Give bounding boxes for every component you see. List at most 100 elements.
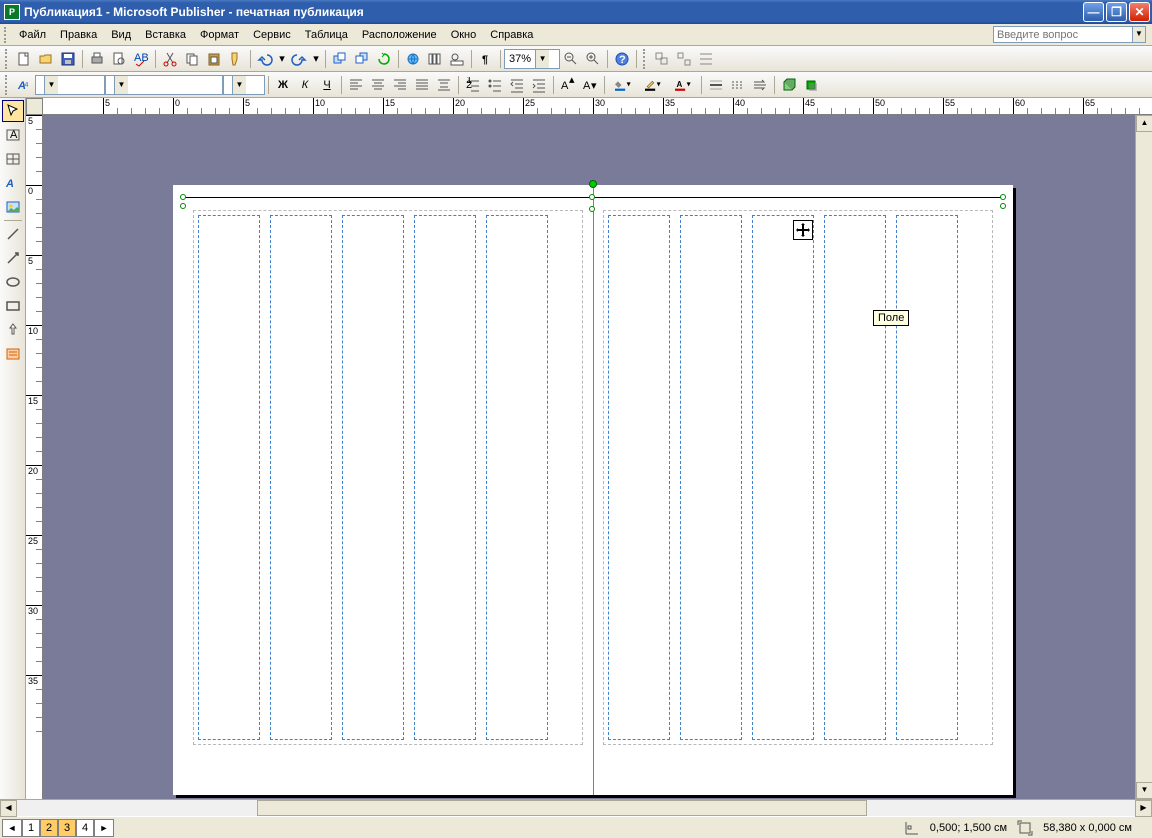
align-center-button[interactable] [368, 75, 388, 95]
help-search-input[interactable] [993, 26, 1133, 43]
ungroup-button[interactable] [674, 49, 694, 69]
toolbar-handle-2[interactable] [643, 49, 648, 69]
styles-button[interactable]: A⁴ [14, 75, 34, 95]
preview-button[interactable] [109, 49, 129, 69]
scrollbar-vertical[interactable]: ▲ ▼ [1135, 115, 1152, 799]
rectangle-tool[interactable] [2, 295, 24, 317]
font-color-button[interactable]: A▾ [669, 75, 697, 95]
undo-button[interactable] [255, 49, 275, 69]
rotate-button[interactable] [374, 49, 394, 69]
underline-button[interactable]: Ч [317, 75, 337, 95]
align-left-button[interactable] [346, 75, 366, 95]
selection-handle[interactable] [589, 206, 595, 212]
toolbar-handle-3[interactable] [5, 75, 10, 95]
group-button[interactable] [652, 49, 672, 69]
oval-tool[interactable] [2, 271, 24, 293]
align-right-button[interactable] [390, 75, 410, 95]
menu-window[interactable]: Окно [444, 27, 484, 43]
bring-front-button[interactable] [330, 49, 350, 69]
menu-table[interactable]: Таблица [298, 27, 355, 43]
dash-style-button[interactable] [728, 75, 748, 95]
page-spread[interactable]: Поле [173, 185, 1013, 795]
menu-help[interactable]: Справка [483, 27, 540, 43]
close-button[interactable]: ✕ [1129, 2, 1150, 22]
menubar-handle[interactable] [4, 27, 8, 43]
menu-file[interactable]: Файл [12, 27, 53, 43]
ruler-button[interactable] [447, 49, 467, 69]
selection-handle[interactable] [180, 203, 186, 209]
bold-button[interactable]: Ж [273, 75, 293, 95]
menu-format[interactable]: Формат [193, 27, 246, 43]
arrow-style-button[interactable] [750, 75, 770, 95]
picture-tool[interactable] [2, 196, 24, 218]
menu-tools[interactable]: Сервис [246, 27, 298, 43]
arrow-tool[interactable] [2, 247, 24, 269]
format-painter-button[interactable] [226, 49, 246, 69]
table-tool[interactable] [2, 148, 24, 170]
scroll-right-button[interactable]: ▶ [1135, 800, 1152, 817]
page-tab-1[interactable]: 1 [22, 819, 40, 837]
send-back-button[interactable] [352, 49, 372, 69]
line-tool[interactable] [2, 223, 24, 245]
selection-handle[interactable] [1000, 194, 1006, 200]
open-button[interactable] [36, 49, 56, 69]
scroll-thumb[interactable] [257, 800, 867, 816]
selection-handle[interactable] [589, 194, 595, 200]
undo-dropdown[interactable]: ▾ [277, 49, 287, 69]
ruler-corner[interactable] [26, 98, 43, 115]
design-gallery-tool[interactable] [2, 343, 24, 365]
numbering-button[interactable]: 12 [463, 75, 483, 95]
rotation-handle[interactable] [589, 180, 597, 188]
decrease-font-button[interactable]: A▾ [580, 75, 600, 95]
scroll-up-button[interactable]: ▲ [1136, 115, 1152, 132]
canvas[interactable]: Поле [43, 115, 1152, 799]
align-justify-button[interactable] [412, 75, 432, 95]
increase-font-button[interactable]: A▴ [558, 75, 578, 95]
print-button[interactable] [87, 49, 107, 69]
line-style-button[interactable] [706, 75, 726, 95]
decrease-indent-button[interactable] [507, 75, 527, 95]
zoom-out-button[interactable] [561, 49, 581, 69]
align-button[interactable] [696, 49, 716, 69]
spelling-button[interactable]: ABC [131, 49, 151, 69]
scrollbar-horizontal[interactable]: ◀ ▶ [0, 799, 1152, 816]
help-search-dropdown[interactable]: ▼ [1133, 26, 1146, 43]
toolbar-handle[interactable] [5, 49, 10, 69]
text-tool[interactable]: A [2, 124, 24, 146]
italic-button[interactable]: К [295, 75, 315, 95]
shadow-button[interactable] [801, 75, 821, 95]
save-button[interactable] [58, 49, 78, 69]
menu-insert[interactable]: Вставка [138, 27, 193, 43]
scroll-left-button[interactable]: ◀ [0, 800, 17, 817]
page-tab-3[interactable]: 3 [58, 819, 76, 837]
font-combo[interactable]: ▼ [105, 75, 223, 95]
font-size-combo[interactable]: ▼ [223, 75, 265, 95]
ruler-horizontal[interactable]: 505101520253035404550556065 [43, 98, 1152, 115]
zoom-in-button[interactable] [583, 49, 603, 69]
columns-button[interactable] [425, 49, 445, 69]
style-combo[interactable]: ▼ [35, 75, 105, 95]
menu-view[interactable]: Вид [104, 27, 138, 43]
wordart-tool[interactable]: A [2, 172, 24, 194]
prev-page-button[interactable]: ◄ [2, 819, 22, 837]
new-button[interactable] [14, 49, 34, 69]
page-tab-4[interactable]: 4 [76, 819, 94, 837]
zoom-combo[interactable]: 37%▼ [504, 49, 560, 69]
special-chars-button[interactable]: ¶ [476, 49, 496, 69]
minimize-button[interactable]: ― [1083, 2, 1104, 22]
redo-dropdown[interactable]: ▾ [311, 49, 321, 69]
hyperlink-button[interactable] [403, 49, 423, 69]
distribute-button[interactable] [434, 75, 454, 95]
menu-arrange[interactable]: Расположение [355, 27, 444, 43]
3d-style-button[interactable] [779, 75, 799, 95]
redo-button[interactable] [289, 49, 309, 69]
scroll-down-button[interactable]: ▼ [1136, 782, 1152, 799]
select-tool[interactable] [2, 100, 24, 122]
copy-button[interactable] [182, 49, 202, 69]
autoshapes-tool[interactable] [2, 319, 24, 341]
increase-indent-button[interactable] [529, 75, 549, 95]
line-color-button[interactable]: ▾ [639, 75, 667, 95]
maximize-button[interactable]: ❐ [1106, 2, 1127, 22]
page-tab-2[interactable]: 2 [40, 819, 58, 837]
cut-button[interactable] [160, 49, 180, 69]
